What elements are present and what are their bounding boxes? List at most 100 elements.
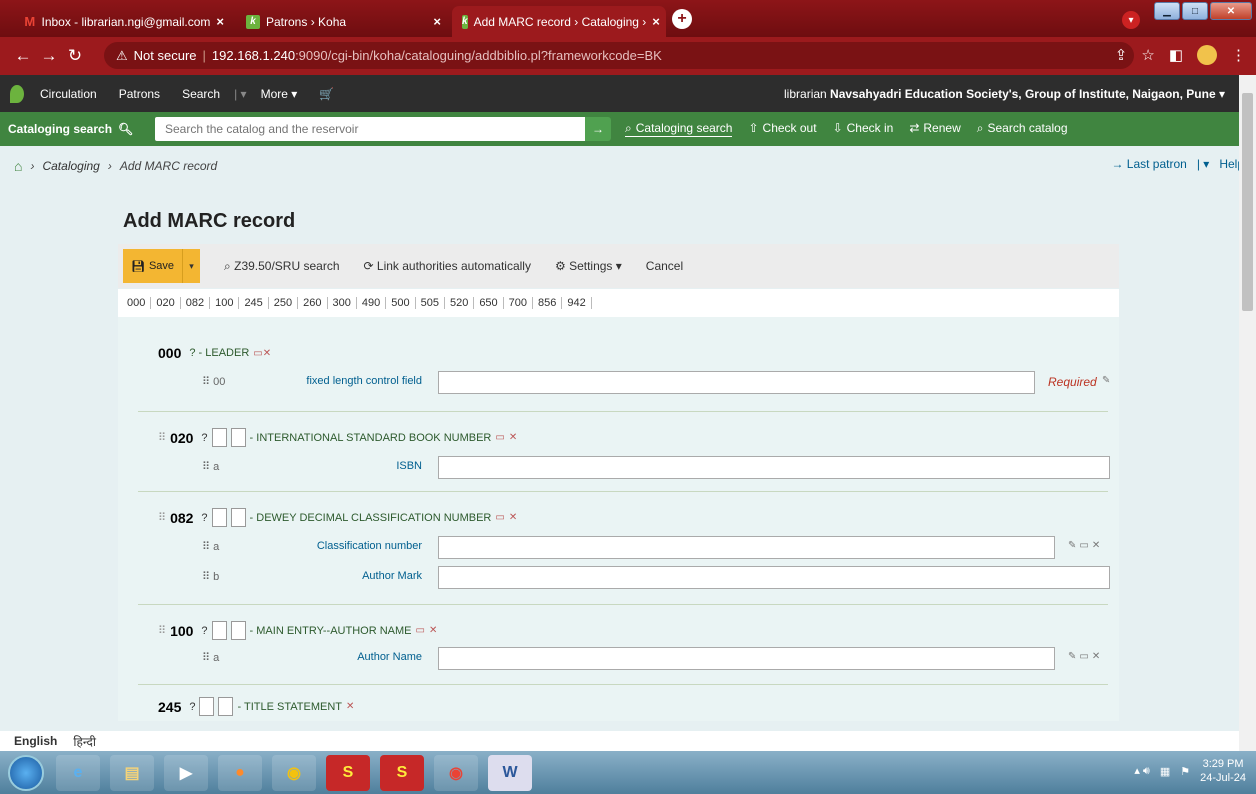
clone-field-icon[interactable]: ▭ — [416, 625, 425, 636]
share-icon[interactable]: ⇪ — [1115, 46, 1128, 64]
clock[interactable]: 3:29 PM 24-Jul-24 — [1200, 757, 1246, 785]
cart-icon[interactable]: 🛒 — [319, 87, 334, 101]
nav-more[interactable]: More ▾ — [261, 87, 298, 101]
drag-handle-icon[interactable]: ⠿ — [158, 624, 166, 637]
lang-hindi[interactable]: हिन्दी — [73, 733, 96, 750]
profile-avatar[interactable] — [1197, 45, 1217, 65]
sidebar-icon[interactable]: ◧ — [1169, 46, 1183, 64]
subfield-tools-icon[interactable]: ✎▭✕ — [1068, 651, 1103, 662]
forward-icon[interactable]: → — [36, 46, 62, 66]
tag-link-250[interactable]: 250 — [269, 297, 299, 309]
nav-search[interactable]: Search — [182, 87, 220, 101]
link-check-in[interactable]: ⇩ Check in — [833, 121, 894, 137]
file-explorer-icon[interactable]: ▤ — [110, 754, 154, 791]
delete-field-icon[interactable]: ▭✕ — [253, 348, 271, 359]
delete-field-icon[interactable]: ✕ — [429, 625, 437, 636]
z3950-search-button[interactable]: ⌕ Z39.50/SRU search — [224, 259, 339, 274]
minimize-button[interactable]: ▁ — [1154, 2, 1180, 20]
indicator-2[interactable] — [218, 697, 234, 716]
s21-app-icon[interactable]: S — [380, 754, 424, 791]
chevron-down-icon[interactable]: | ▾ — [234, 87, 246, 101]
media-player-icon[interactable]: ▶ — [164, 754, 208, 791]
flag-icon[interactable]: ⚑ — [1180, 765, 1190, 778]
search-type-selector[interactable]: Cataloging search 🔍︎ — [0, 122, 155, 136]
tag-link-856[interactable]: 856 — [533, 297, 563, 309]
address-bar[interactable]: ⚠ Not secure | 192.168.1.240:9090/cgi-bi… — [104, 42, 1134, 69]
back-icon[interactable]: ← — [10, 46, 36, 66]
isbn-input[interactable] — [438, 456, 1110, 479]
indicator-1[interactable] — [199, 697, 215, 716]
tag-link-300[interactable]: 300 — [328, 297, 357, 309]
vertical-scrollbar[interactable] — [1239, 75, 1256, 751]
delete-field-icon[interactable]: ✕ — [509, 512, 517, 523]
tag-link-520[interactable]: 520 — [445, 297, 475, 309]
field-label[interactable]: - DEWEY DECIMAL CLASSIFICATION NUMBER — [250, 512, 492, 524]
link-cataloging-search[interactable]: ⌕ Cataloging search — [625, 121, 733, 137]
tab-patrons[interactable]: k Patrons › Koha × — [236, 6, 451, 37]
koha-logo-icon[interactable] — [10, 84, 24, 103]
tag-link-245[interactable]: 245 — [239, 297, 269, 309]
star-icon[interactable]: ☆ — [1141, 46, 1154, 64]
indicator-2[interactable] — [230, 621, 246, 640]
search-submit-button[interactable]: → — [585, 117, 611, 141]
close-icon[interactable]: × — [433, 14, 441, 29]
save-dropdown-button[interactable]: ▾ — [182, 249, 201, 283]
firefox-icon[interactable]: ● — [218, 754, 262, 791]
chevron-down-icon[interactable]: | ▾ — [1197, 157, 1209, 171]
field-label[interactable]: - TITLE STATEMENT — [237, 701, 342, 713]
subfield-tools-icon[interactable]: ✎▭✕ — [1068, 540, 1103, 551]
indicator-2[interactable] — [230, 508, 246, 527]
indicator-1[interactable] — [211, 428, 227, 447]
link-check-out[interactable]: ⇧ Check out — [748, 121, 816, 137]
maximize-button[interactable]: □ — [1182, 2, 1208, 20]
word-icon[interactable]: W — [488, 754, 532, 791]
scrollbar-thumb[interactable] — [1242, 93, 1253, 311]
ie-icon[interactable]: e — [56, 754, 100, 791]
nav-patrons[interactable]: Patrons — [119, 87, 160, 101]
tag-link-000[interactable]: 000 — [122, 297, 152, 309]
breadcrumb-cataloging[interactable]: Cataloging — [42, 159, 99, 173]
edit-icon[interactable]: ✎ — [1102, 375, 1113, 386]
indicator-2[interactable] — [230, 428, 246, 447]
leader-input[interactable] — [438, 371, 1035, 394]
tab-search-icon[interactable]: ▾ — [1122, 11, 1140, 29]
indicator-1[interactable] — [211, 508, 227, 527]
home-icon[interactable]: ⌂ — [14, 158, 22, 174]
tag-link-020[interactable]: 020 — [151, 297, 181, 309]
tag-link-100[interactable]: 100 — [210, 297, 240, 309]
new-tab-button[interactable]: + — [672, 9, 692, 29]
link-authorities-button[interactable]: ⟳ Link authorities automatically — [364, 259, 531, 273]
cancel-button[interactable]: Cancel — [646, 259, 683, 273]
field-label[interactable]: - MAIN ENTRY--AUTHOR NAME — [250, 625, 412, 637]
clone-field-icon[interactable]: ▭ — [495, 512, 504, 523]
close-icon[interactable]: × — [216, 14, 224, 29]
author-mark-input[interactable] — [438, 566, 1110, 589]
chrome-profile-icon[interactable]: ◉ — [434, 754, 478, 791]
field-label[interactable]: - INTERNATIONAL STANDARD BOOK NUMBER — [250, 432, 492, 444]
tag-link-700[interactable]: 700 — [504, 297, 534, 309]
link-renew[interactable]: ⇄ Renew — [909, 121, 960, 137]
drag-handle-icon[interactable]: ⠿ — [158, 431, 166, 444]
close-window-button[interactable]: ✕ — [1210, 2, 1252, 20]
close-icon[interactable]: × — [652, 14, 660, 29]
save-button[interactable]: 💾︎ Save — [123, 249, 183, 283]
field-label[interactable]: ? - LEADER — [189, 347, 249, 359]
settings-button[interactable]: ⚙ Settings ▾ — [555, 259, 622, 273]
search-input[interactable] — [155, 117, 585, 141]
tag-link-490[interactable]: 490 — [357, 297, 387, 309]
clone-field-icon[interactable]: ▭ — [495, 432, 504, 443]
tag-link-260[interactable]: 260 — [298, 297, 328, 309]
network-icon[interactable]: ▦ — [1160, 765, 1170, 778]
tag-link-942[interactable]: 942 — [562, 297, 592, 309]
delete-field-icon[interactable]: ✕ — [509, 432, 517, 443]
start-button[interactable] — [8, 754, 44, 791]
tab-add-marc[interactable]: k Add MARC record › Cataloging › × — [452, 6, 666, 37]
last-patron-link[interactable]: → Last patron — [1111, 157, 1186, 171]
tag-link-082[interactable]: 082 — [181, 297, 211, 309]
chrome-icon[interactable]: ◉ — [272, 754, 316, 791]
tag-link-505[interactable]: 505 — [416, 297, 445, 309]
volume-icon[interactable]: ▴ 🔊︎ — [1134, 764, 1150, 778]
author-name-input[interactable] — [438, 647, 1055, 670]
drag-handle-icon[interactable]: ⠿ — [158, 511, 166, 524]
reload-icon[interactable]: ↻ — [62, 46, 88, 66]
